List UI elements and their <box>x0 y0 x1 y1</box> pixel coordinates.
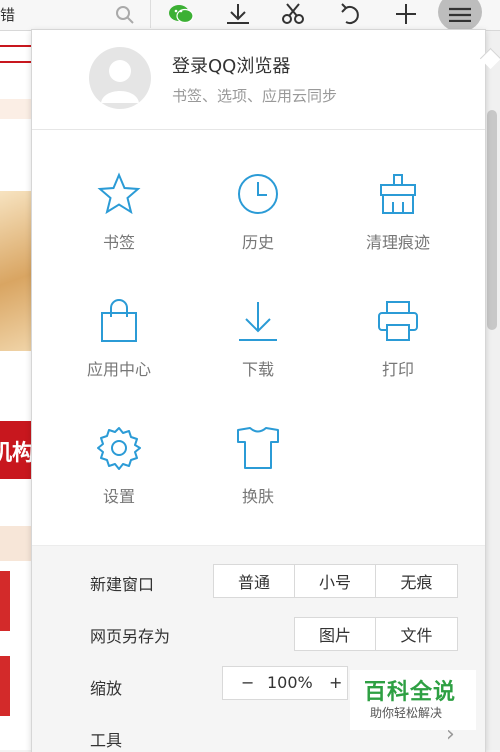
login-title[interactable]: 登录QQ浏览器 <box>172 52 290 78</box>
download-icon[interactable] <box>223 0 253 28</box>
printer-icon <box>375 298 421 344</box>
login-section[interactable]: 登录QQ浏览器 书签、选项、应用云同步 <box>32 30 485 130</box>
download-icon <box>235 298 281 344</box>
grid-item-clear-traces[interactable]: 清理痕迹 <box>338 171 458 281</box>
page-scrollbar-thumb[interactable] <box>487 110 497 330</box>
new-window-normal-button[interactable]: 普通 <box>213 564 295 598</box>
search-icon[interactable] <box>114 4 136 26</box>
scissors-icon[interactable] <box>278 0 308 28</box>
save-page-label: 网页另存为 <box>90 627 171 646</box>
zoom-value: 100% <box>267 673 313 692</box>
grid-item-label: 应用中心 <box>86 360 151 379</box>
zoom-in-button[interactable]: + <box>329 673 342 692</box>
menu-icon[interactable] <box>438 0 482 32</box>
grid-item-label: 历史 <box>241 233 274 252</box>
bg-red-block-2 <box>0 656 10 716</box>
zoom-control: − 100% + <box>222 666 348 700</box>
tshirt-icon <box>235 425 281 471</box>
bg-stripe <box>0 99 32 119</box>
plus-icon[interactable] <box>391 0 421 28</box>
zoom-label: 缩放 <box>90 679 123 698</box>
grid-item-settings[interactable]: 设置 <box>59 425 179 535</box>
toolbar-divider <box>150 0 151 28</box>
grid-item-label: 打印 <box>381 360 414 379</box>
tools-label[interactable]: 工具 <box>90 727 122 751</box>
avatar[interactable] <box>89 47 151 109</box>
grid-item-skins[interactable]: 换肤 <box>198 425 318 535</box>
broom-icon <box>375 171 421 217</box>
zoom-out-button[interactable]: − <box>241 673 254 692</box>
bg-nav-boxes <box>0 45 32 63</box>
background-page: 机构 <box>0 31 32 750</box>
grid-item-label: 清理痕迹 <box>365 233 430 252</box>
save-as-file-button[interactable]: 文件 <box>375 617 458 651</box>
grid-item-label: 设置 <box>102 487 135 506</box>
grid-item-label: 换肤 <box>241 487 274 506</box>
gear-icon <box>96 425 142 471</box>
bg-red-banner-text: 机构 <box>0 441 32 466</box>
bg-stripe-2 <box>0 526 32 561</box>
watermark: 百科全说 助你轻松解决 <box>350 670 476 730</box>
new-window-incognito-button[interactable]: 无痕 <box>375 564 458 598</box>
grid-item-app-center[interactable]: 应用中心 <box>59 298 179 408</box>
watermark-title: 百科全说 <box>364 680 457 705</box>
star-icon <box>96 171 142 217</box>
grid-item-label: 书签 <box>102 233 135 252</box>
grid-item-bookmarks[interactable]: 书签 <box>59 171 179 281</box>
grid-item-label: 下载 <box>241 360 274 379</box>
grid-item-print[interactable]: 打印 <box>338 298 458 408</box>
browser-menu-panel: 登录QQ浏览器 书签、选项、应用云同步 书签 历史 清理痕迹 应用中心 下载 打… <box>31 29 500 752</box>
grid-item-download[interactable]: 下载 <box>198 298 318 408</box>
bg-red-banner: 机构 <box>0 421 32 479</box>
new-window-small-button[interactable]: 小号 <box>294 564 376 598</box>
search-text: 错 <box>0 6 16 24</box>
watermark-subtitle: 助你轻松解决 <box>370 706 443 720</box>
wechat-icon[interactable] <box>166 0 196 28</box>
bg-banner-image <box>0 191 32 351</box>
new-window-label: 新建窗口 <box>90 575 155 594</box>
clock-icon <box>235 171 281 217</box>
undo-icon[interactable] <box>336 0 366 28</box>
save-as-image-button[interactable]: 图片 <box>294 617 376 651</box>
login-subtitle: 书签、选项、应用云同步 <box>172 87 338 105</box>
browser-toolbar: 错 <box>0 0 500 32</box>
bg-red-block-1 <box>0 571 10 631</box>
bag-icon <box>96 298 142 344</box>
grid-item-history[interactable]: 历史 <box>198 171 318 281</box>
